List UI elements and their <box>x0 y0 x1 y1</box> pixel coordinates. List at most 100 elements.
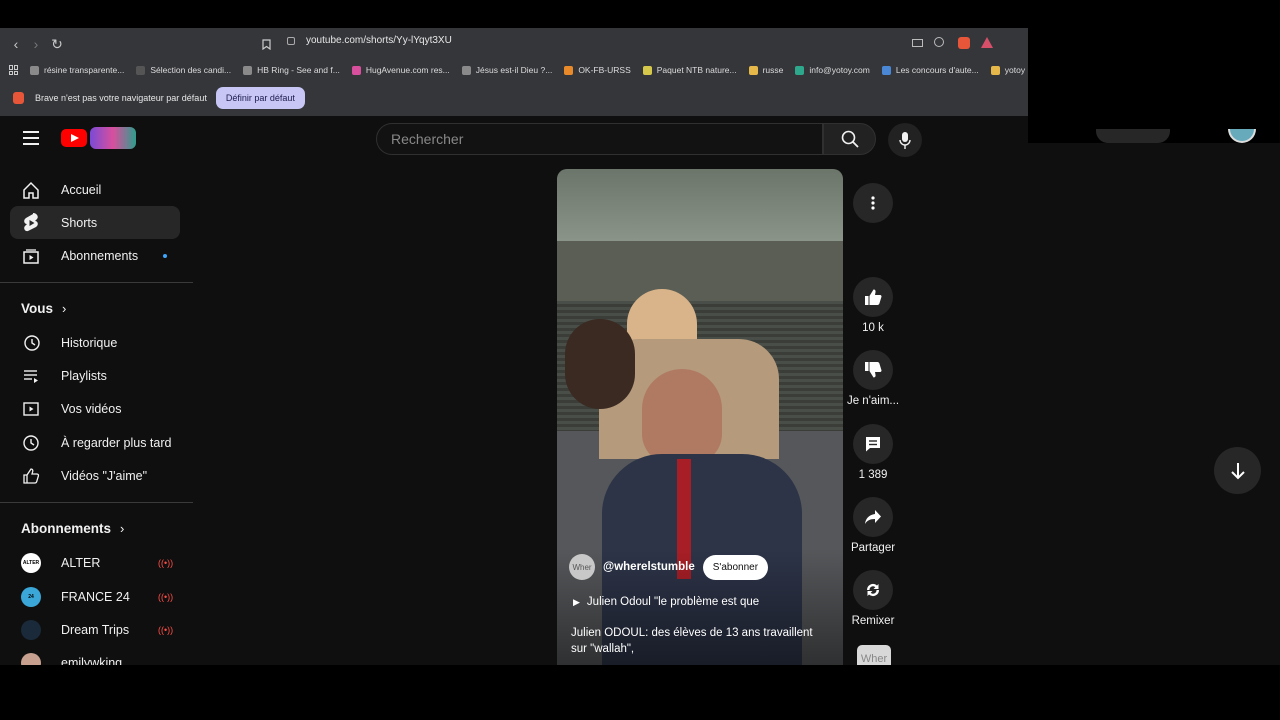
live-indicator-icon: ((•)) <box>158 624 174 635</box>
right-panel <box>1028 143 1280 665</box>
subscription-item[interactable]: Dream Trips ((•)) <box>10 613 180 646</box>
reload-icon[interactable]: ↻ <box>47 34 67 54</box>
bookmark-favicon-icon <box>136 65 146 75</box>
video-background-top <box>557 169 843 241</box>
you-title: Vous <box>21 301 54 316</box>
more-options-button[interactable] <box>853 183 893 223</box>
bookmark-label: Sélection des candi... <box>150 65 232 75</box>
sidebar-item-history[interactable]: Historique <box>10 326 180 359</box>
zoom-icon[interactable] <box>934 37 944 47</box>
bookmark-item[interactable]: info@yotoy.com <box>795 65 870 75</box>
dislike-button[interactable] <box>853 350 893 390</box>
bookmark-favicon-icon <box>351 65 361 75</box>
apps-grid-icon[interactable] <box>9 65 18 75</box>
search-input[interactable]: Rechercher <box>376 123 823 155</box>
youtube-doodle-logo[interactable] <box>90 127 136 149</box>
bookmark-label: résine transparente... <box>44 65 125 75</box>
bookmark-label: OK-FB-URSS <box>578 65 631 75</box>
bookmark-label: info@yotoy.com <box>809 65 870 75</box>
channel-avatar[interactable]: Wher <box>569 554 595 580</box>
browser-chrome: ‹ › ↻ youtube.com/shorts/Yy-lYqyt3XU rés… <box>0 28 1028 116</box>
bookmark-item[interactable]: Jésus est-il Dieu ?... <box>461 65 552 75</box>
youtube-page: Rechercher Accueil Shorts Abonnements Vo… <box>0 116 1028 673</box>
like-icon <box>21 466 41 486</box>
bookmark-item[interactable]: russe <box>748 65 783 75</box>
forward-icon[interactable]: › <box>26 34 46 54</box>
sidebar-item-home[interactable]: Accueil <box>10 173 180 206</box>
search-icon <box>841 130 859 148</box>
short-channel-row: Wher @wherelstumble S'abonner <box>569 554 769 580</box>
play-icon: ▶ <box>573 596 580 607</box>
home-icon <box>21 180 41 200</box>
sidebar-you-header[interactable]: Vous › <box>21 301 66 316</box>
back-icon[interactable]: ‹ <box>6 34 26 54</box>
bookmark-label: HB Ring - See and f... <box>257 65 340 75</box>
subscription-item[interactable]: 24 FRANCE 24 ((•)) <box>10 580 180 613</box>
menu-icon[interactable] <box>23 131 39 149</box>
site-info-icon[interactable] <box>287 37 295 45</box>
bookmark-item[interactable]: HB Ring - See and f... <box>243 65 340 75</box>
default-browser-infobar: Brave n'est pas votre navigateur par déf… <box>0 84 1028 112</box>
playlists-icon <box>21 366 41 386</box>
comments-button[interactable] <box>853 424 893 464</box>
sidebar-item-your-videos[interactable]: Vos vidéos <box>10 392 180 425</box>
sound-thumbnail[interactable]: Wher <box>857 645 891 665</box>
bookmark-icon[interactable] <box>256 34 276 54</box>
sidebar-item-playlists[interactable]: Playlists <box>10 359 180 392</box>
sidebar-item-label: Vos vidéos <box>61 401 122 416</box>
browser-toolbar: ‹ › ↻ youtube.com/shorts/Yy-lYqyt3XU <box>0 28 1028 60</box>
search-button[interactable] <box>823 123 876 155</box>
bookmark-label: Paquet NTB nature... <box>656 65 737 75</box>
subscription-item[interactable]: ALTER ALTER ((•)) <box>10 546 180 579</box>
like-button[interactable] <box>853 277 893 317</box>
sidebar-divider <box>0 502 193 503</box>
short-description[interactable]: Julien ODOUL: des élèves de 13 ans trava… <box>571 625 831 657</box>
bookmark-label: Les concours d'aute... <box>895 65 979 75</box>
dislike-label: Je n'aim... <box>846 395 900 407</box>
remix-button[interactable] <box>853 570 893 610</box>
brave-rewards-icon[interactable] <box>981 37 993 48</box>
sidebar-item-subscriptions[interactable]: Abonnements <box>10 239 180 272</box>
create-button[interactable] <box>1096 129 1170 143</box>
bookmark-label: yotoy <box>1004 65 1026 75</box>
bookmark-item[interactable]: Sélection des candi... <box>136 65 231 75</box>
voice-search-button[interactable] <box>888 123 922 157</box>
offscreen-header-area <box>1028 116 1280 143</box>
bookmark-item[interactable]: Paquet NTB nature... <box>642 65 737 75</box>
subscribe-button[interactable]: S'abonner <box>702 554 769 580</box>
brave-shields-icon[interactable] <box>958 37 970 49</box>
channel-handle[interactable]: @wherelstumble <box>603 561 695 573</box>
bookmark-favicon-icon <box>990 65 1000 75</box>
chevron-right-icon: › <box>62 301 67 316</box>
watch-later-icon <box>21 433 41 453</box>
next-short-button[interactable] <box>1214 447 1261 494</box>
bookmark-item[interactable]: Les concours d'aute... <box>881 65 979 75</box>
bookmark-item[interactable]: résine transparente... <box>30 65 124 75</box>
thumb-up-icon <box>865 289 882 305</box>
short-sound-link[interactable]: ▶ Julien Odoul "le problème est que <box>573 596 759 608</box>
account-avatar[interactable] <box>1228 129 1256 143</box>
address-bar[interactable]: youtube.com/shorts/Yy-lYqyt3XU <box>306 35 452 46</box>
sidebar-item-liked-videos[interactable]: Vidéos "J'aime" <box>10 459 180 492</box>
bookmark-label: HugAvenue.com res... <box>365 65 450 75</box>
arrow-down-icon <box>1230 462 1245 479</box>
sidebar-item-shorts[interactable]: Shorts <box>10 206 180 239</box>
bookmark-item[interactable]: HugAvenue.com res... <box>351 65 450 75</box>
bookmark-item[interactable]: OK-FB-URSS <box>564 65 631 75</box>
set-default-button[interactable]: Définir par défaut <box>215 87 305 109</box>
subscriptions-icon <box>21 246 41 266</box>
sidebar-item-watch-later[interactable]: À regarder plus tard <box>10 426 180 459</box>
bookmark-favicon-icon <box>30 65 39 75</box>
sidebar-subscriptions-header[interactable]: Abonnements › <box>21 521 124 536</box>
short-video-player[interactable]: Wher @wherelstumble S'abonner ▶ Julien O… <box>557 169 843 665</box>
share-icon <box>865 510 881 524</box>
bookmark-item[interactable]: yotoy <box>990 65 1026 75</box>
channel-avatar: ALTER <box>21 552 41 573</box>
screen-top-border <box>0 0 1280 28</box>
thumb-down-icon <box>865 362 882 378</box>
default-notice-text: Brave n'est pas votre navigateur par déf… <box>35 93 207 103</box>
cast-icon[interactable] <box>912 39 923 47</box>
share-button[interactable] <box>853 497 893 537</box>
youtube-logo-icon[interactable] <box>61 129 87 147</box>
remix-label: Remixer <box>851 615 895 627</box>
